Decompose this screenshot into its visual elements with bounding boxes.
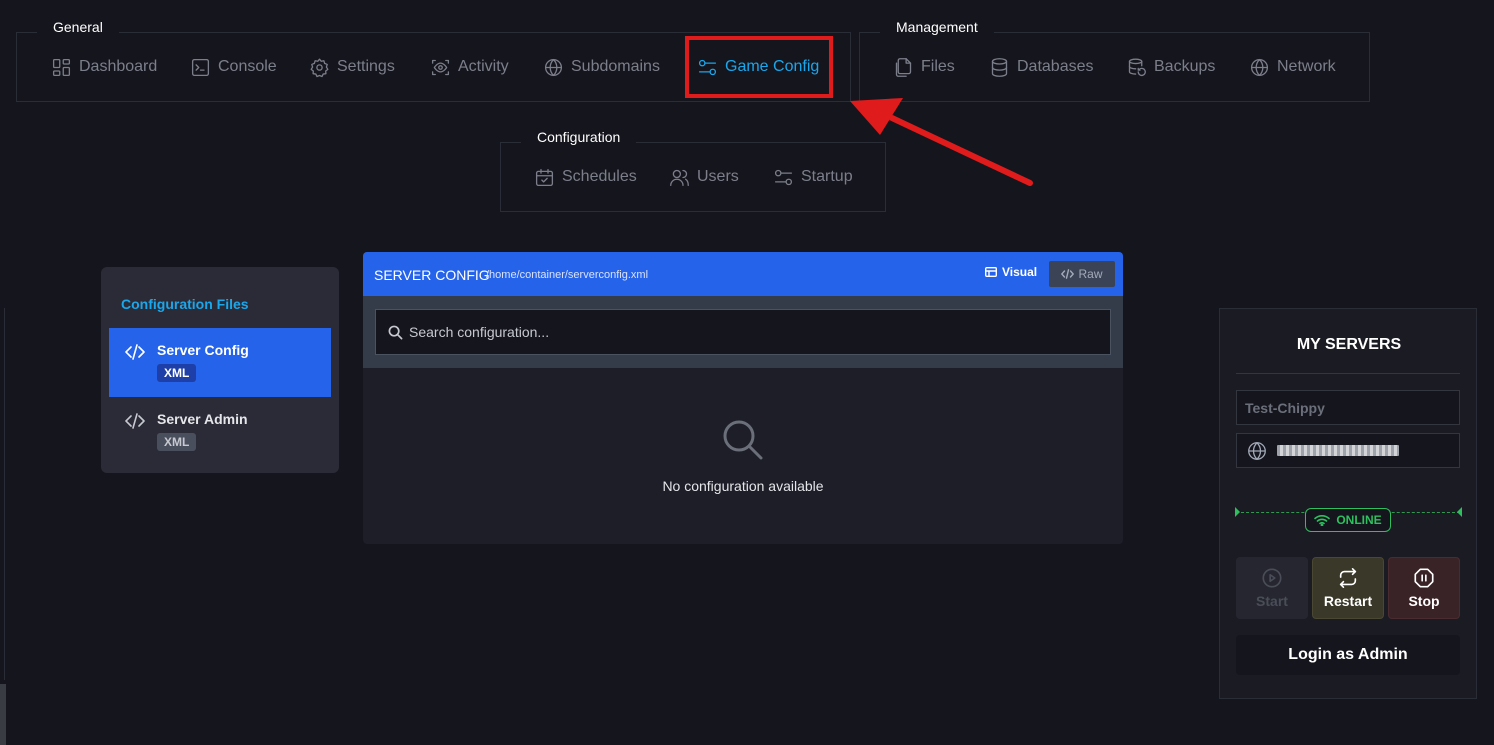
nav-item-databases[interactable]: Databases xyxy=(989,55,1094,79)
nav-item-network[interactable]: Network xyxy=(1249,55,1336,79)
nav-item-schedules[interactable]: Schedules xyxy=(534,165,637,189)
config-search-box[interactable] xyxy=(375,309,1111,355)
code-icon xyxy=(1061,269,1075,279)
left-scroll-handle xyxy=(0,684,6,745)
nav-item-startup[interactable]: Startup xyxy=(773,165,853,189)
status-badge: ONLINE xyxy=(1305,508,1391,532)
nav-item-settings-label: Settings xyxy=(337,58,395,75)
play-icon xyxy=(1262,568,1282,588)
divider xyxy=(1236,373,1460,374)
nav-item-dashboard-label: Dashboard xyxy=(79,58,158,75)
search-icon xyxy=(723,420,763,460)
editor-file-path: /home/container/serverconfig.xml xyxy=(486,269,649,281)
restart-label: Restart xyxy=(1323,593,1373,609)
nav-item-dashboard[interactable]: Dashboard xyxy=(51,55,157,79)
calendar-icon xyxy=(535,168,554,186)
config-file-server-admin[interactable]: Server Admin XML xyxy=(109,397,331,466)
nav-item-startup-label: Startup xyxy=(801,168,853,185)
raw-mode-button[interactable]: Raw xyxy=(1049,261,1115,287)
files-icon xyxy=(895,57,912,77)
search-icon xyxy=(388,325,403,339)
nav-item-backups-label: Backups xyxy=(1154,58,1216,75)
nav-item-network-label: Network xyxy=(1277,58,1336,75)
nav-item-settings[interactable]: Settings xyxy=(309,55,395,79)
nav-item-schedules-label: Schedules xyxy=(562,168,637,185)
editor-title: SERVER CONFIG xyxy=(374,267,490,283)
table-icon xyxy=(985,267,997,277)
start-label: Start xyxy=(1256,593,1288,609)
nav-item-files-label: Files xyxy=(921,58,955,75)
code-icon xyxy=(125,413,145,429)
file-type-badge: XML xyxy=(157,364,197,382)
server-name-field: Test-Chippy xyxy=(1236,390,1460,425)
nav-item-users[interactable]: Users xyxy=(669,165,739,189)
annotation-highlight-box xyxy=(685,36,833,98)
users-icon xyxy=(670,169,689,186)
dashboard-icon xyxy=(52,58,71,76)
sliders-icon xyxy=(774,169,793,185)
nav-item-activity-label: Activity xyxy=(458,58,509,75)
nav-item-console[interactable]: Console xyxy=(190,55,277,79)
status-line-marker xyxy=(1457,507,1462,517)
left-divider xyxy=(4,308,5,680)
nav-item-users-label: Users xyxy=(697,168,739,185)
nav-item-console-label: Console xyxy=(218,58,277,75)
raw-mode-label: Raw xyxy=(1078,267,1103,281)
my-servers-title: MY SERVERS xyxy=(1296,336,1402,353)
editor-header: SERVER CONFIG /home/container/serverconf… xyxy=(363,252,1123,296)
empty-state-text: No configuration available xyxy=(662,478,824,494)
redacted-server-address xyxy=(1277,445,1399,456)
nav-group-general-label: General xyxy=(37,17,119,41)
nav-item-subdomains-label: Subdomains xyxy=(571,58,660,75)
config-file-name: Server Config xyxy=(157,342,249,358)
globe-icon xyxy=(1250,58,1269,76)
nav-group-management: Management Files Databases Backups Netwo… xyxy=(859,17,1370,102)
config-file-name: Server Admin xyxy=(157,411,248,427)
visual-mode-label: Visual xyxy=(1002,265,1038,279)
status-line-marker xyxy=(1235,507,1240,517)
terminal-icon xyxy=(191,58,210,76)
login-as-admin-button[interactable]: Login as Admin xyxy=(1236,635,1460,675)
nav-group-configuration: Configuration Schedules Users Startup xyxy=(500,127,886,212)
config-search-input[interactable] xyxy=(409,324,1099,340)
globe-icon xyxy=(1248,441,1266,460)
restart-button[interactable]: Restart xyxy=(1312,557,1384,619)
config-search-bar xyxy=(363,296,1123,368)
file-type-badge: XML xyxy=(157,433,197,451)
code-icon xyxy=(125,344,145,360)
stop-icon xyxy=(1414,568,1434,588)
nav-item-databases-label: Databases xyxy=(1017,58,1094,75)
config-file-server-config[interactable]: Server Config XML xyxy=(109,328,331,397)
server-config-editor: SERVER CONFIG /home/container/serverconf… xyxy=(363,252,1123,544)
nav-item-backups[interactable]: Backups xyxy=(1126,55,1215,79)
wifi-icon xyxy=(1314,515,1331,526)
eye-icon xyxy=(431,59,450,75)
config-files-panel: Configuration Files Server Config XML Se… xyxy=(101,267,339,473)
repeat-icon xyxy=(1339,568,1357,588)
nav-item-activity[interactable]: Activity xyxy=(430,55,509,79)
database-icon xyxy=(991,57,1008,77)
backup-icon xyxy=(1128,58,1146,76)
visual-mode-button[interactable]: Visual xyxy=(985,265,1037,279)
nav-group-management-label: Management xyxy=(880,17,994,41)
status-label: ONLINE xyxy=(1336,513,1382,527)
stop-label: Stop xyxy=(1408,593,1440,609)
my-servers-panel: MY SERVERS Test-Chippy ONLINE Start Rest… xyxy=(1219,308,1477,699)
globe-icon xyxy=(544,58,563,76)
gear-icon xyxy=(310,58,329,77)
server-address-field xyxy=(1236,433,1460,468)
nav-item-files[interactable]: Files xyxy=(893,55,955,79)
start-button[interactable]: Start xyxy=(1236,557,1308,619)
config-files-title: Configuration Files xyxy=(121,296,249,312)
stop-button[interactable]: Stop xyxy=(1388,557,1460,619)
nav-item-subdomains[interactable]: Subdomains xyxy=(543,55,660,79)
nav-group-configuration-label: Configuration xyxy=(521,127,637,151)
